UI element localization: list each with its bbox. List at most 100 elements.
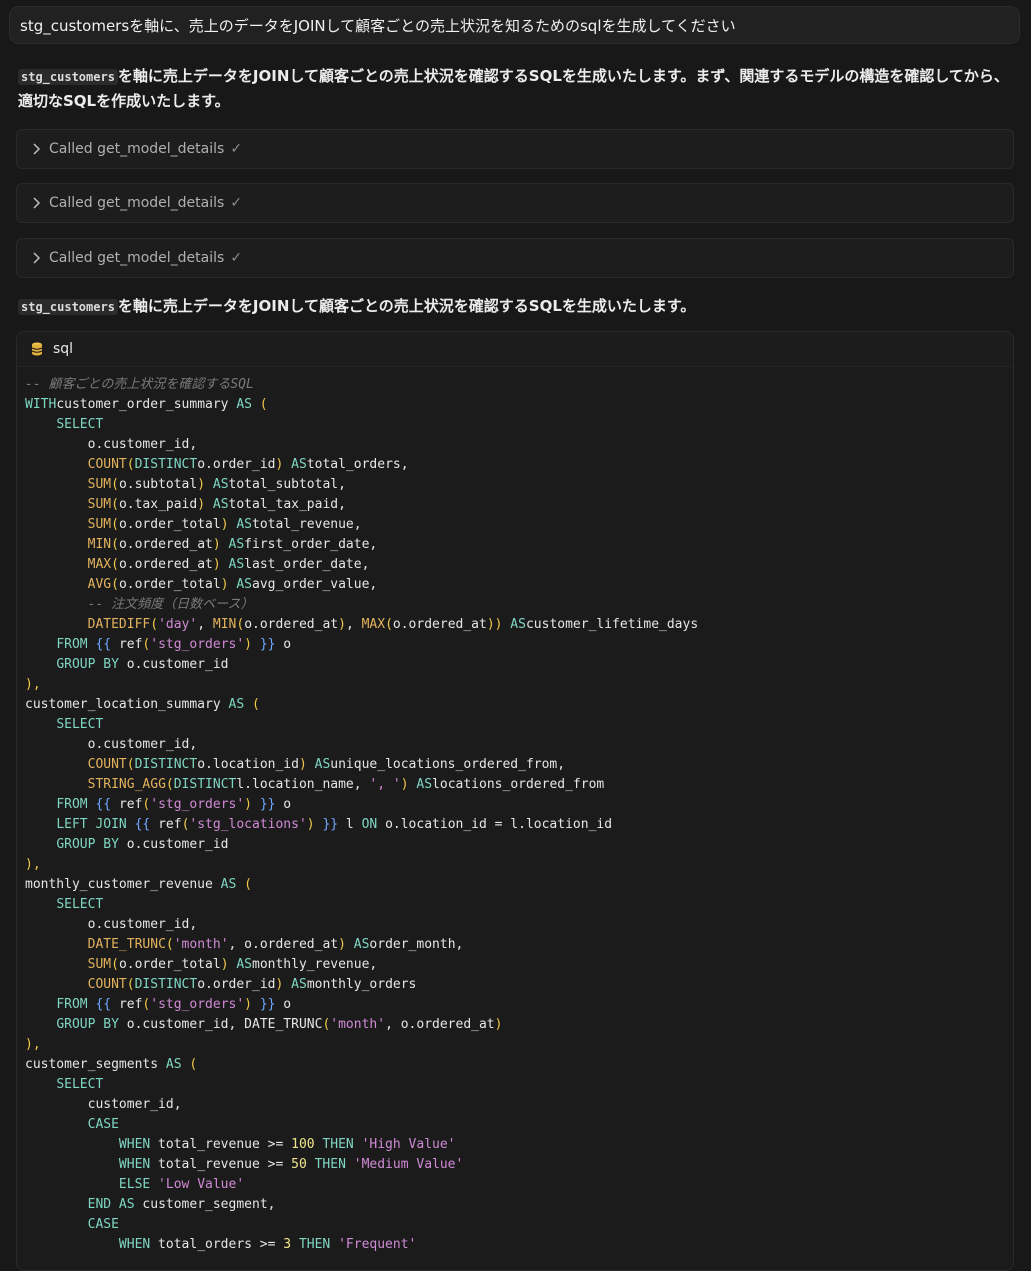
code-line: GROUP BY o.customer_id [25,835,1013,855]
code-token: STRING_AGG [87,777,166,792]
tool-call-label: Called get_model_details [49,141,225,157]
code-token: WHEN [118,1157,151,1172]
code-token: monthly_revenue, [252,957,378,972]
code-token: customer_order_summary [56,397,237,412]
code-token: MIN [212,617,237,632]
code-token: o.ordered_at [244,617,339,632]
code-token: o.order_id [197,457,276,472]
code-token: SUM [87,477,112,492]
code-token: AS [408,777,433,792]
code-token: ( [150,617,159,632]
code-token: o.location_id = l.location_id [377,817,613,832]
tool-call-get-model-details-3[interactable]: Called get_model_details ✓ [16,238,1014,278]
code-line: WHEN total_revenue >= 50 THEN 'Medium Va… [25,1155,1013,1175]
code-line: WHEN total_revenue >= 100 THEN 'High Val… [25,1135,1013,1155]
chevron-right-icon [29,143,45,155]
code-token: first_order_date, [244,537,378,552]
code-token: {{ [87,797,119,812]
code-line: SUM(o.subtotal) AStotal_subtotal, [25,475,1013,495]
code-line: COUNT(DISTINCTo.order_id) ASmonthly_orde… [25,975,1013,995]
code-token: WHEN [118,1137,151,1152]
code-token: order_month, [369,937,464,952]
code-token: AS [283,457,307,472]
code-token: total_orders, [306,457,409,472]
code-line: MIN(o.ordered_at) ASfirst_order_date, [25,535,1013,555]
code-token: ( [385,617,393,632]
sql-code-block: sql -- 顧客ごとの売上状況を確認するSQL WITHcustomer_ord… [16,331,1014,1271]
code-content[interactable]: -- 顧客ごとの売上状況を確認するSQL WITHcustomer_order_s… [17,367,1013,1255]
code-token: 'stg_orders' [150,997,245,1012]
code-token: ', ' [369,777,401,792]
tool-call-label: Called get_model_details [49,195,225,211]
code-token: customer_segment, [134,1197,276,1212]
code-token: }} [252,637,276,652]
check-icon: ✓ [230,141,243,157]
code-token: ( [236,877,252,892]
code-token: ) [220,577,229,592]
code-token: ( [165,777,174,792]
code-line: monthly_customer_revenue AS ( [25,875,1013,895]
code-token: , [197,617,213,632]
code-token: END [87,1197,112,1212]
code-token: o.customer_id [118,837,229,852]
code-line: FROM {{ ref('stg_orders') }} o [25,795,1013,815]
code-token: COUNT [87,457,127,472]
code-token: total_revenue >= [150,1157,292,1172]
code-token: -- 顧客ごとの売上状況を確認するSQL [25,377,254,392]
code-line: DATE_TRUNC('month', o.ordered_at) ASorde… [25,935,1013,955]
code-token: {{ [126,817,159,832]
code-token: 3 [283,1237,292,1252]
code-token: o.ordered_at [392,617,487,632]
code-token: FROM [56,637,88,652]
code-line: ), [25,1035,1013,1055]
code-token: , [345,617,362,632]
code-line: GROUP BY o.customer_id [25,655,1013,675]
code-token: o.subtotal [118,477,198,492]
code-token: , o.ordered_at [385,1017,495,1032]
code-token: AS [283,977,307,992]
code-token: 50 [291,1157,307,1172]
code-token: MAX [87,557,112,572]
code-line: customer_id, [25,1095,1013,1115]
code-token: DISTINCT [134,457,198,472]
code-token: ( [244,697,260,712]
code-token: WITH [25,397,57,412]
tool-call-get-model-details-2[interactable]: Called get_model_details ✓ [16,183,1014,223]
code-line: WHEN total_orders >= 3 THEN 'Frequent' [25,1235,1013,1255]
code-token: AS [220,877,237,892]
code-token: ON [361,817,378,832]
code-token: customer_lifetime_days [525,617,699,632]
code-token: AS [228,517,252,532]
code-token: customer_id, [25,1097,182,1112]
code-token: total_subtotal, [228,477,346,492]
code-line: AVG(o.order_total) ASavg_order_value, [25,575,1013,595]
code-token: o.ordered_at [118,537,213,552]
code-token: ( [111,557,119,572]
code-token: COUNT [87,757,127,772]
code-token: AS [111,1197,135,1212]
code-token: ) [197,477,206,492]
tool-call-get-model-details-1[interactable]: Called get_model_details ✓ [16,129,1014,169]
code-token: ( [126,457,135,472]
code-token: , o.ordered_at [228,937,339,952]
code-token: AS [228,957,252,972]
code-line: SELECT [25,415,1013,435]
code-token: CASE [87,1117,119,1132]
code-token: ), [25,1037,41,1052]
